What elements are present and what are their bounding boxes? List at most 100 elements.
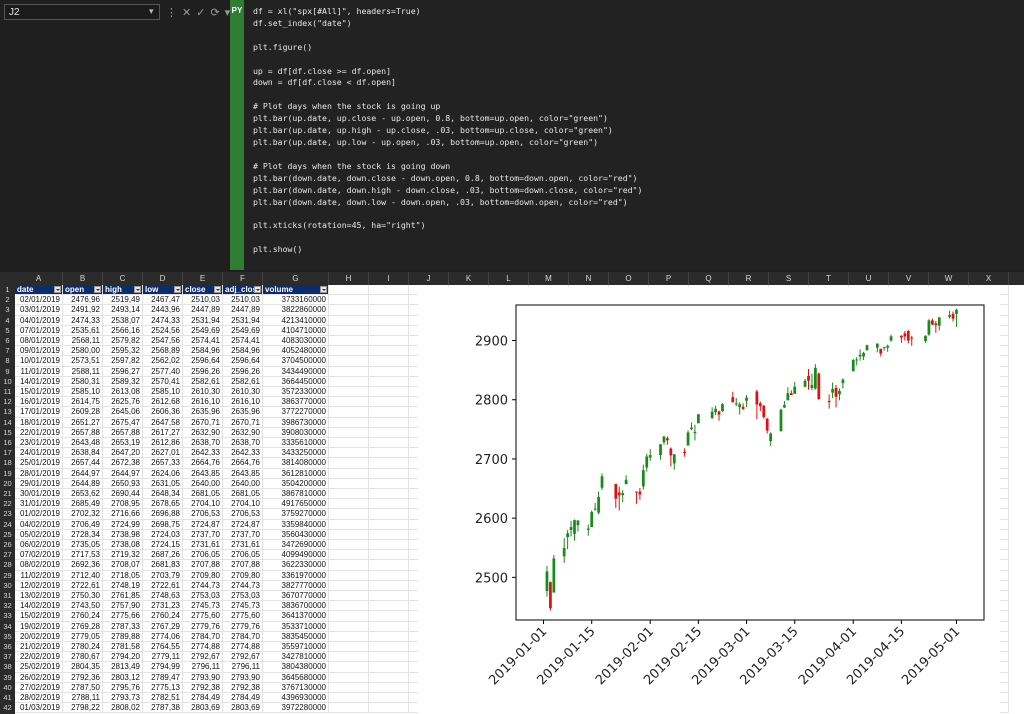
table-cell[interactable]: 2653,62	[63, 489, 103, 500]
table-cell[interactable]: 3759270000	[263, 509, 329, 520]
column-header-H[interactable]: H	[329, 272, 369, 285]
row-header-8[interactable]: 8	[0, 356, 15, 366]
table-cell[interactable]: 12/02/2019	[15, 580, 63, 591]
table-cell[interactable]: 3772270000	[263, 407, 329, 418]
table-cell[interactable]: 19/02/2019	[15, 621, 63, 632]
empty-cell[interactable]	[329, 417, 369, 428]
table-cell[interactable]: 2640,00	[183, 478, 223, 489]
table-cell[interactable]: 2588,11	[63, 366, 103, 377]
table-cell[interactable]: 3641370000	[263, 611, 329, 622]
row-header-28[interactable]: 28	[0, 560, 15, 570]
row-header-34[interactable]: 34	[0, 622, 15, 632]
table-cell[interactable]: 2510,03	[223, 295, 263, 306]
table-cell[interactable]: 2760,24	[143, 611, 183, 622]
table-cell[interactable]: 3804380000	[263, 662, 329, 673]
empty-cell[interactable]	[369, 611, 409, 622]
table-cell[interactable]: 3559710000	[263, 642, 329, 653]
table-cell[interactable]: 2753,03	[223, 591, 263, 602]
empty-cell[interactable]	[369, 346, 409, 357]
table-cell[interactable]: 2787,33	[103, 621, 143, 632]
empty-cell[interactable]	[369, 560, 409, 571]
table-cell[interactable]: 2796,11	[183, 662, 223, 673]
table-cell[interactable]: 2582,61	[183, 376, 223, 387]
empty-cell[interactable]	[369, 356, 409, 367]
table-cell[interactable]: 3986730000	[263, 417, 329, 428]
empty-cell[interactable]	[369, 519, 409, 530]
table-cell[interactable]: 2519,49	[103, 295, 143, 306]
table-cell[interactable]: 2707,88	[183, 560, 223, 571]
row-header-16[interactable]: 16	[0, 438, 15, 448]
table-cell[interactable]: 2657,88	[103, 427, 143, 438]
column-header-R[interactable]: R	[729, 272, 769, 285]
empty-cell[interactable]	[329, 478, 369, 489]
row-header-35[interactable]: 35	[0, 632, 15, 642]
column-header-L[interactable]: L	[489, 272, 529, 285]
row-header-38[interactable]: 38	[0, 662, 15, 672]
table-cell[interactable]: 2616,10	[223, 397, 263, 408]
empty-cell[interactable]	[329, 560, 369, 571]
empty-cell[interactable]	[329, 631, 369, 642]
empty-cell[interactable]	[329, 672, 369, 683]
empty-cell[interactable]	[329, 376, 369, 387]
empty-cell[interactable]	[369, 366, 409, 377]
table-cell[interactable]: 2538,07	[103, 315, 143, 326]
table-cell[interactable]: 3814080000	[263, 458, 329, 469]
table-cell[interactable]: 2584,96	[223, 346, 263, 357]
table-cell[interactable]: 2748,63	[143, 591, 183, 602]
table-cell[interactable]: 2706,53	[223, 509, 263, 520]
table-cell[interactable]: 3504200000	[263, 478, 329, 489]
table-cell[interactable]: 2808,02	[103, 703, 143, 714]
empty-cell[interactable]	[369, 458, 409, 469]
empty-cell[interactable]	[329, 448, 369, 459]
column-header-K[interactable]: K	[449, 272, 489, 285]
table-header-adj_close[interactable]: adj_close	[223, 285, 263, 296]
empty-cell[interactable]	[369, 693, 409, 704]
table-cell[interactable]: 2589,32	[103, 376, 143, 387]
row-header-21[interactable]: 21	[0, 489, 15, 499]
table-cell[interactable]: 2744,73	[223, 580, 263, 591]
table-cell[interactable]: 2757,90	[103, 601, 143, 612]
table-cell[interactable]: 2596,64	[183, 356, 223, 367]
column-header-T[interactable]: T	[809, 272, 849, 285]
table-cell[interactable]: 2750,30	[63, 591, 103, 602]
table-cell[interactable]: 2642,33	[183, 448, 223, 459]
table-cell[interactable]: 2767,29	[143, 621, 183, 632]
table-cell[interactable]: 2675,47	[103, 417, 143, 428]
table-cell[interactable]: 2784,70	[183, 631, 223, 642]
table-cell[interactable]: 04/01/2019	[15, 315, 63, 326]
table-cell[interactable]: 2706,53	[183, 509, 223, 520]
table-cell[interactable]: 2775,66	[103, 611, 143, 622]
empty-cell[interactable]	[369, 529, 409, 540]
table-cell[interactable]: 2579,82	[103, 336, 143, 347]
table-cell[interactable]: 2702,32	[63, 509, 103, 520]
table-cell[interactable]: 10/01/2019	[15, 356, 63, 367]
table-cell[interactable]: 2735,05	[63, 540, 103, 551]
table-cell[interactable]: 2709,80	[183, 570, 223, 581]
row-header-19[interactable]: 19	[0, 469, 15, 479]
table-cell[interactable]: 2616,10	[183, 397, 223, 408]
table-cell[interactable]: 2573,51	[63, 356, 103, 367]
table-cell[interactable]: 23/01/2019	[15, 438, 63, 449]
empty-cell[interactable]	[369, 672, 409, 683]
table-cell[interactable]: 2617,27	[143, 427, 183, 438]
table-cell[interactable]: 2596,64	[223, 356, 263, 367]
table-header-high[interactable]: high	[103, 285, 143, 296]
row-header-29[interactable]: 29	[0, 571, 15, 581]
table-cell[interactable]: 2447,89	[223, 305, 263, 316]
table-cell[interactable]: 3733160000	[263, 295, 329, 306]
table-cell[interactable]: 26/02/2019	[15, 672, 63, 683]
table-cell[interactable]: 2706,49	[63, 519, 103, 530]
empty-cell[interactable]	[369, 397, 409, 408]
table-cell[interactable]: 2547,56	[143, 336, 183, 347]
column-header-A[interactable]: A	[15, 272, 63, 285]
table-cell[interactable]: 2803,69	[183, 703, 223, 714]
table-cell[interactable]: 2704,10	[223, 499, 263, 510]
empty-cell[interactable]	[369, 631, 409, 642]
table-cell[interactable]: 04/02/2019	[15, 519, 63, 530]
table-cell[interactable]: 2764,55	[143, 642, 183, 653]
row-header-7[interactable]: 7	[0, 346, 15, 356]
table-cell[interactable]: 2717,53	[63, 550, 103, 561]
table-cell[interactable]: 2706,05	[183, 550, 223, 561]
empty-cell[interactable]	[329, 427, 369, 438]
table-cell[interactable]: 2793,90	[223, 672, 263, 683]
